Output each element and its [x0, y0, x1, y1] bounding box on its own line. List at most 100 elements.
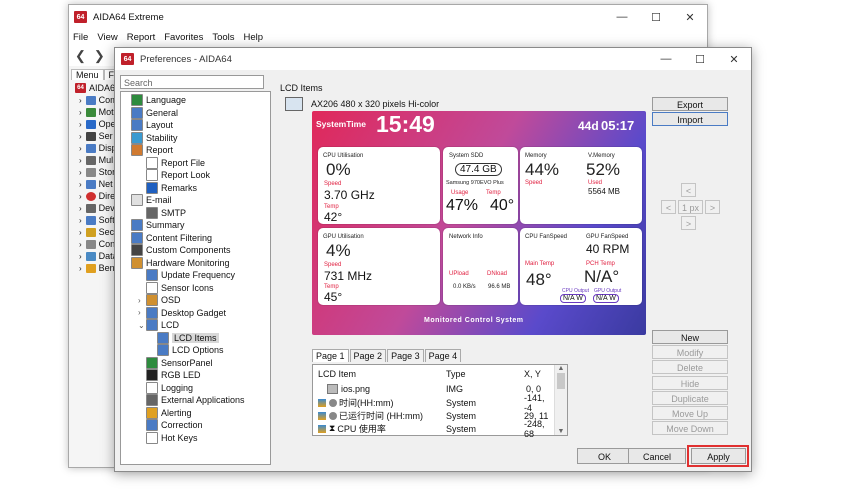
vmemory-used-label: Used: [588, 180, 603, 186]
tree-item-remarks[interactable]: Remarks: [138, 181, 197, 194]
table-row[interactable]: ⧗ CPU 使用率 System -248, 68: [313, 419, 553, 439]
apply-button[interactable]: Apply: [691, 448, 746, 464]
vmemory-percent: 52%: [586, 160, 621, 179]
minimize-icon[interactable]: —: [605, 11, 639, 23]
tree-item-external-applications[interactable]: External Applications: [138, 394, 245, 406]
search-input[interactable]: Search: [120, 75, 264, 89]
table-row[interactable]: 已运行时间 (HH:mm) System 29, 11: [313, 409, 553, 422]
tree-item-icon: [131, 131, 143, 144]
table-row[interactable]: 时间(HH:mm) System -141, -4: [313, 393, 553, 413]
lcd-items-list: LCD Item Type X, Y ios.png IMG 0, 0 时间(H…: [312, 364, 568, 439]
gpu-temp: 45°: [324, 290, 343, 304]
tree-item-label: Language: [146, 95, 187, 105]
nudge-right-button[interactable]: >: [705, 200, 720, 214]
tree-item-lcd[interactable]: ⌄ LCD: [138, 319, 179, 331]
device-label: AX206 480 x 320 pixels Hi-color: [311, 99, 440, 109]
column-header-item[interactable]: LCD Item: [318, 369, 356, 379]
tree-item-content-filtering[interactable]: Content Filtering: [123, 231, 212, 244]
tree-item-correction[interactable]: Correction: [138, 419, 203, 431]
scroll-up-icon[interactable]: ▲: [555, 365, 567, 372]
tab-page-2[interactable]: Page 2: [349, 349, 387, 362]
tree-item-e-mail[interactable]: E-mail: [123, 194, 172, 206]
tree-item-label: Alerting: [161, 407, 192, 418]
delete-button[interactable]: Delete: [652, 360, 728, 374]
new-button[interactable]: New: [652, 330, 728, 344]
gpu-fan-rpm: 40 RPM: [586, 242, 630, 256]
tree-item-label: Custom Components: [146, 245, 231, 255]
tree-item-lcd-options[interactable]: LCD Options: [149, 344, 224, 356]
tree-item-hardware-monitoring[interactable]: Hardware Monitoring: [123, 256, 230, 269]
menu-report[interactable]: Report: [127, 32, 156, 43]
tree-item-report[interactable]: Report: [123, 144, 173, 156]
tree-item-icon: [131, 244, 143, 256]
menu-tools[interactable]: Tools: [212, 32, 234, 43]
scroll-thumb[interactable]: [557, 373, 565, 389]
modify-button[interactable]: Modify: [652, 345, 728, 359]
nudge-down-button[interactable]: >: [681, 216, 696, 230]
tree-item-lcd-items[interactable]: LCD Items: [149, 331, 219, 344]
chevron-right-icon[interactable]: ›: [138, 308, 146, 317]
tab-page-1[interactable]: Page 1: [312, 349, 349, 362]
minimize-icon[interactable]: —: [649, 53, 683, 65]
move-down-button[interactable]: Move Down: [652, 421, 728, 435]
tree-item-label: LCD: [161, 320, 180, 330]
forward-icon[interactable]: ❯: [94, 48, 105, 64]
tab-page-4[interactable]: Page 4: [424, 349, 462, 362]
ssd-title: System SDD: [449, 153, 484, 159]
tree-item-report-file[interactable]: Report File: [138, 156, 205, 169]
main-window-titlebar: 64 AIDA64 Extreme — ☐ ✕: [69, 5, 707, 29]
duplicate-button[interactable]: Duplicate: [652, 391, 728, 405]
back-icon[interactable]: ❮: [75, 48, 86, 64]
move-up-button[interactable]: Move Up: [652, 406, 728, 420]
menu-file[interactable]: File: [73, 32, 88, 43]
tree-item-update-frequency[interactable]: Update Frequency: [138, 269, 235, 281]
nudge-step-field[interactable]: 1 px: [678, 200, 703, 214]
export-button[interactable]: Export: [652, 97, 728, 111]
tree-item-label: RGB LED: [161, 370, 201, 380]
cpu-temp: 42°: [324, 210, 343, 224]
hide-button[interactable]: Hide: [652, 376, 728, 390]
uptime-time: 05:17: [601, 118, 635, 133]
scroll-down-icon[interactable]: ▼: [555, 428, 567, 435]
menu-view[interactable]: View: [97, 32, 117, 43]
tree-item-sensorpanel[interactable]: SensorPanel: [138, 356, 213, 369]
tree-item-icon: [146, 419, 158, 431]
tab-page-3[interactable]: Page 3: [387, 349, 424, 362]
menu-favorites[interactable]: Favorites: [164, 32, 203, 43]
tree-item-alerting[interactable]: Alerting: [138, 406, 192, 419]
tab-menu[interactable]: Menu: [71, 69, 104, 80]
ok-button[interactable]: OK: [577, 448, 632, 464]
maximize-icon[interactable]: ☐: [639, 11, 673, 24]
tree-item-label: Stability: [146, 132, 178, 143]
tree-item-osd[interactable]: › OSD: [138, 294, 181, 306]
tree-item-logging[interactable]: Logging: [138, 381, 193, 394]
tree-item-rgb-led[interactable]: RGB LED: [138, 369, 201, 381]
tree-item-general[interactable]: General: [123, 106, 178, 119]
tree-item-language[interactable]: Language: [123, 94, 186, 106]
tree-item-desktop-gadget[interactable]: › Desktop Gadget: [138, 306, 226, 319]
nudge-left-button[interactable]: <: [661, 200, 676, 214]
close-icon[interactable]: ✕: [673, 11, 707, 24]
column-header-xy[interactable]: X, Y: [524, 369, 541, 379]
tree-item-smtp[interactable]: SMTP: [138, 206, 186, 219]
tree-item-hot-keys[interactable]: Hot Keys: [138, 431, 198, 444]
tree-item-custom-components[interactable]: Custom Components: [123, 244, 231, 256]
chevron-right-icon[interactable]: ›: [138, 296, 146, 305]
tree-item-layout[interactable]: Layout: [123, 119, 173, 131]
download-value: 96.6 MB: [488, 284, 511, 290]
list-scrollbar[interactable]: ▲ ▼: [554, 365, 567, 435]
import-button[interactable]: Import: [652, 112, 728, 126]
column-header-type[interactable]: Type: [446, 369, 466, 379]
table-row[interactable]: ios.png IMG 0, 0: [313, 382, 553, 395]
nudge-up-button[interactable]: <: [681, 183, 696, 197]
tree-item-label: LCD Options: [172, 345, 224, 355]
tree-item-stability[interactable]: Stability: [123, 131, 178, 144]
tree-item-summary[interactable]: Summary: [123, 219, 185, 231]
tree-item-report-look[interactable]: Report Look: [138, 169, 210, 181]
menu-help[interactable]: Help: [244, 32, 264, 43]
cancel-button[interactable]: Cancel: [628, 448, 686, 464]
chevron-down-icon[interactable]: ⌄: [138, 321, 146, 330]
close-icon[interactable]: ✕: [717, 53, 751, 66]
tree-item-sensor-icons[interactable]: Sensor Icons: [138, 281, 214, 294]
maximize-icon[interactable]: ☐: [683, 53, 717, 66]
